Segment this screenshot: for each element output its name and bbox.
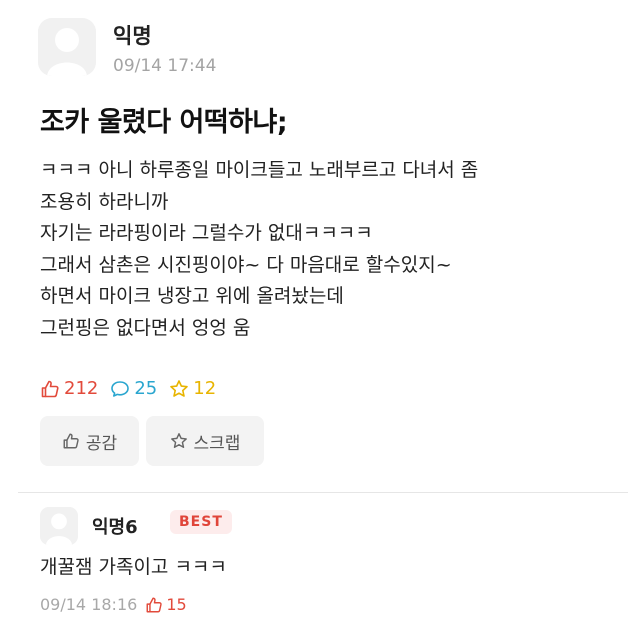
post-body-line: ㅋㅋㅋ 아니 하루종일 마이크들고 노래부르고 다녀서 좀: [40, 159, 479, 181]
post-timestamp: 09/14 17:44: [113, 56, 217, 76]
best-badge: BEST: [170, 510, 232, 534]
scrap-button-label: 스크랩: [193, 433, 241, 454]
thumbs-up-icon: [146, 597, 163, 612]
like-button[interactable]: 공감: [40, 416, 139, 466]
divider: [18, 492, 628, 493]
like-count: 212: [40, 378, 98, 399]
post-body-line: 그런핑은 없다면서 엉엉 움: [40, 316, 251, 339]
thumbs-up-icon: [41, 380, 59, 397]
comment-author: 익명6: [92, 517, 138, 538]
speech-bubble-icon: [111, 380, 130, 397]
comment-timestamp: 09/14 18:16: [40, 595, 138, 614]
post-author: 익명: [113, 24, 152, 48]
post-body-line: 조용히 하라니까: [40, 190, 169, 213]
scrap-count-value: 12: [193, 378, 217, 399]
comment-like-button[interactable]: 15: [145, 595, 187, 614]
comment-meta: 09/14 18:16 15: [40, 595, 187, 614]
comment-like-count: 15: [166, 595, 187, 614]
scrap-count: 12: [169, 378, 216, 399]
comment-count: 25: [110, 378, 157, 399]
post-body-line: 자기는 라라핑이라 그럴수가 없대ㅋㅋㅋㅋ: [40, 222, 373, 244]
thumbs-up-icon: [63, 433, 79, 449]
like-button-label: 공감: [85, 433, 118, 454]
post-body-line: 하면서 마이크 냉장고 위에 올려놨는데: [40, 285, 344, 307]
scrap-button[interactable]: 스크랩: [146, 416, 264, 466]
star-icon: [170, 379, 189, 397]
comment-count-value: 25: [134, 378, 158, 399]
comment-avatar-icon: [40, 507, 78, 545]
author-avatar-icon: [38, 18, 96, 76]
post-title: 조카 울렸다 어떡하냐;: [40, 107, 288, 138]
post-stats: 212 25 12: [40, 378, 228, 399]
star-icon: [170, 433, 187, 449]
post-page: 익명 09/14 17:44 조카 울렸다 어떡하냐; ㅋㅋㅋ 아니 하루종일 …: [0, 0, 640, 625]
like-count-value: 212: [64, 378, 99, 399]
post-body: ㅋㅋㅋ 아니 하루종일 마이크들고 노래부르고 다녀서 좀 조용히 하라니까 자…: [40, 155, 478, 344]
post-body-line: 그래서 삼촌은 시진핑이야~ 다 마음대로 할수있지~: [40, 253, 452, 276]
comment-text: 개꿀잼 가족이고 ㅋㅋㅋ: [40, 556, 227, 578]
